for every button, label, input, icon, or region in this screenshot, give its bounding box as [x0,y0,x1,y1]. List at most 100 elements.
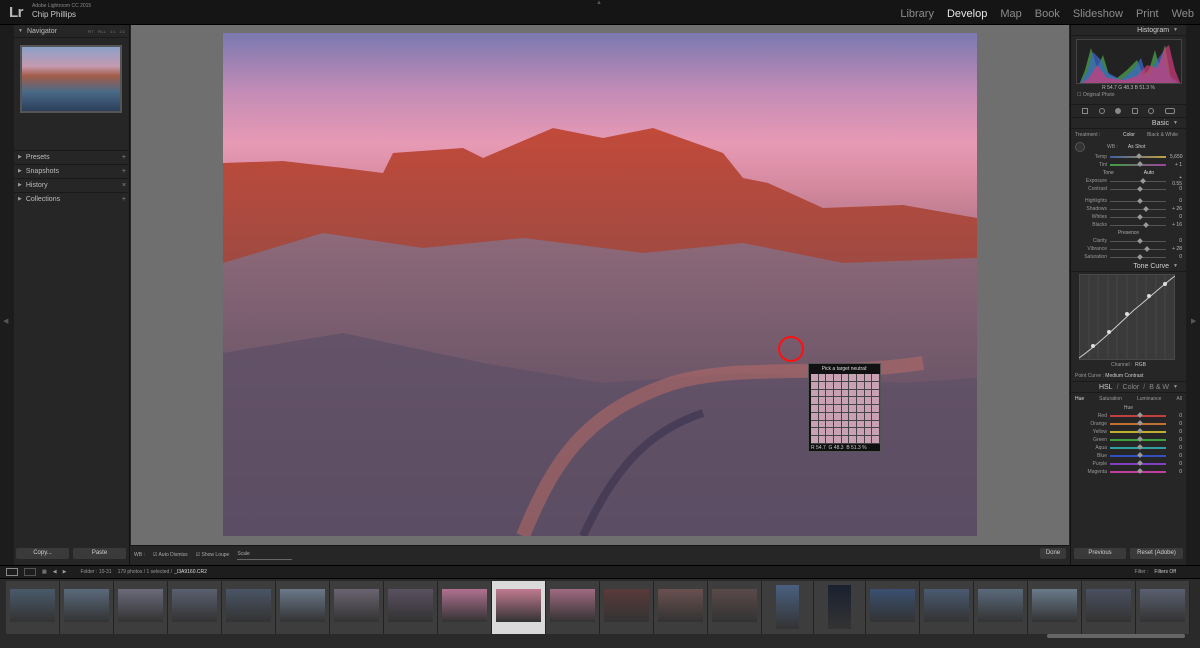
hue-purple-value[interactable]: 0 [1170,461,1182,467]
tone-curve-header[interactable]: Tone Curve ▼ [1071,261,1186,272]
basic-header[interactable]: Basic ▼ [1071,118,1186,129]
module-print[interactable]: Print [1136,8,1159,20]
point-curve-dropdown[interactable]: Medium Contrast [1105,373,1143,379]
presets-header[interactable]: ▶ Presets + [14,150,130,163]
hue-aqua-track[interactable] [1110,444,1166,450]
tone-curve-graph[interactable] [1078,273,1176,361]
hue-green[interactable]: Green 0 [1071,436,1186,444]
hue-yellow-track[interactable] [1110,428,1166,434]
filmstrip-scrollbar[interactable] [1047,634,1185,638]
slider-saturation-thumb[interactable] [1137,253,1143,260]
navigator-preview[interactable] [20,45,122,113]
color-tab[interactable]: Color [1123,384,1140,391]
done-button[interactable]: Done [1040,548,1066,559]
slider-highlights-value[interactable]: 0 [1170,198,1182,204]
slider-whites-thumb[interactable] [1137,213,1143,220]
add-icon[interactable]: + [122,168,126,175]
forward-arrow-icon[interactable]: ▶ [63,569,67,575]
slider-vibrance[interactable]: Vibrance + 28 [1071,245,1186,253]
module-web[interactable]: Web [1172,8,1194,20]
hue-aqua-value[interactable]: 0 [1170,445,1182,451]
slider-contrast[interactable]: Contrast 0 [1071,185,1186,193]
slider-contrast-track[interactable] [1110,185,1166,192]
filmstrip-thumbnail[interactable] [114,581,168,634]
slider-temp[interactable]: Temp 5,650 [1071,153,1186,161]
scale-control[interactable]: Scale [237,551,293,560]
filmstrip-thumbnail[interactable] [974,581,1028,634]
treatment-color[interactable]: Color [1123,132,1135,138]
filmstrip-thumbnail[interactable] [1082,581,1136,634]
slider-temp-track[interactable] [1110,153,1166,159]
filmstrip-thumbnail[interactable] [866,581,920,634]
slider-shadows-thumb[interactable] [1142,205,1149,212]
hue-purple-track[interactable] [1110,460,1166,466]
main-window-icon[interactable] [6,568,18,576]
filmstrip-thumbnail[interactable] [492,581,546,634]
collections-header[interactable]: ▶ Collections + [14,192,130,205]
slider-exposure-thumb[interactable] [1139,177,1146,184]
copy-button[interactable]: Copy... [16,548,69,559]
clear-icon[interactable]: × [122,182,126,189]
slider-clarity-track[interactable] [1110,237,1166,244]
hue-red[interactable]: Red 0 [1071,412,1186,420]
slider-whites-track[interactable] [1110,213,1166,220]
hsl-saturation-tab[interactable]: Saturation [1099,396,1122,402]
hue-yellow-thumb[interactable] [1137,428,1143,434]
crop-icon[interactable] [1082,108,1089,114]
histogram-header[interactable]: Histogram ▼ [1071,25,1186,36]
slider-tint-thumb[interactable] [1137,161,1143,167]
left-edge[interactable]: ◀ [0,25,14,565]
filmstrip-thumbnail[interactable] [814,581,866,634]
back-arrow-icon[interactable]: ◀ [53,569,57,575]
add-icon[interactable]: + [122,154,126,161]
filmstrip-thumbnail[interactable] [1028,581,1082,634]
slider-highlights[interactable]: Highlights 0 [1071,197,1186,205]
slider-blacks-thumb[interactable] [1142,221,1149,228]
red-eye-icon[interactable] [1115,108,1122,114]
hue-magenta-track[interactable] [1110,468,1166,474]
module-slideshow[interactable]: Slideshow [1073,8,1123,20]
slider-temp-value[interactable]: 5,650 [1170,154,1183,160]
hue-orange[interactable]: Orange 0 [1071,420,1186,428]
slider-tint[interactable]: Tint + 1 [1071,161,1186,169]
hue-red-thumb[interactable] [1137,412,1143,418]
collapse-left-icon[interactable]: ◀ [3,317,8,325]
wb-eyedropper-icon[interactable] [1075,142,1085,152]
auto-dismiss-checkbox[interactable]: ☑ Auto Dismiss [153,552,188,558]
slider-highlights-thumb[interactable] [1137,197,1143,204]
slider-blacks-track[interactable] [1110,221,1166,228]
previous-button[interactable]: Previous [1074,548,1126,559]
main-photo[interactable] [223,33,977,536]
slider-shadows-value[interactable]: + 26 [1170,206,1182,212]
bw-tab[interactable]: B & W [1149,384,1169,391]
slider-vibrance-track[interactable] [1110,245,1166,252]
adjustment-brush-icon[interactable] [1164,108,1175,114]
module-map[interactable]: Map [1000,8,1021,20]
hsl-header[interactable]: HSL / Color / B & W ▼ [1071,382,1186,393]
hue-blue-track[interactable] [1110,452,1166,458]
slider-clarity-value[interactable]: 0 [1170,238,1182,244]
slider-whites-value[interactable]: 0 [1170,214,1182,220]
zoom-fill[interactable]: FILL [98,29,106,34]
slider-tint-value[interactable]: + 1 [1170,162,1182,168]
hue-blue-value[interactable]: 0 [1170,453,1182,459]
slider-saturation-value[interactable]: 0 [1170,254,1182,260]
snapshots-header[interactable]: ▶ Snapshots + [14,164,130,177]
hue-orange-track[interactable] [1110,420,1166,426]
filmstrip-thumbnail[interactable] [600,581,654,634]
collapse-top-icon[interactable]: ▲ [596,0,602,6]
filmstrip-thumbnail[interactable] [6,581,60,634]
hue-yellow[interactable]: Yellow 0 [1071,428,1186,436]
hue-magenta[interactable]: Magenta 0 [1071,468,1186,476]
hsl-luminance-tab[interactable]: Luminance [1137,396,1161,402]
hsl-hue-tab[interactable]: Hue [1075,396,1084,402]
hsl-all-tab[interactable]: All [1176,396,1182,402]
hue-aqua[interactable]: Aqua 0 [1071,444,1186,452]
filmstrip-thumbnail[interactable] [222,581,276,634]
filter-dropdown[interactable]: Filters Off [1154,569,1176,575]
slider-highlights-track[interactable] [1110,197,1166,204]
hue-purple[interactable]: Purple 0 [1071,460,1186,468]
slider-vibrance-thumb[interactable] [1143,245,1150,252]
slider-clarity[interactable]: Clarity 0 [1071,237,1186,245]
hue-magenta-value[interactable]: 0 [1170,469,1182,475]
